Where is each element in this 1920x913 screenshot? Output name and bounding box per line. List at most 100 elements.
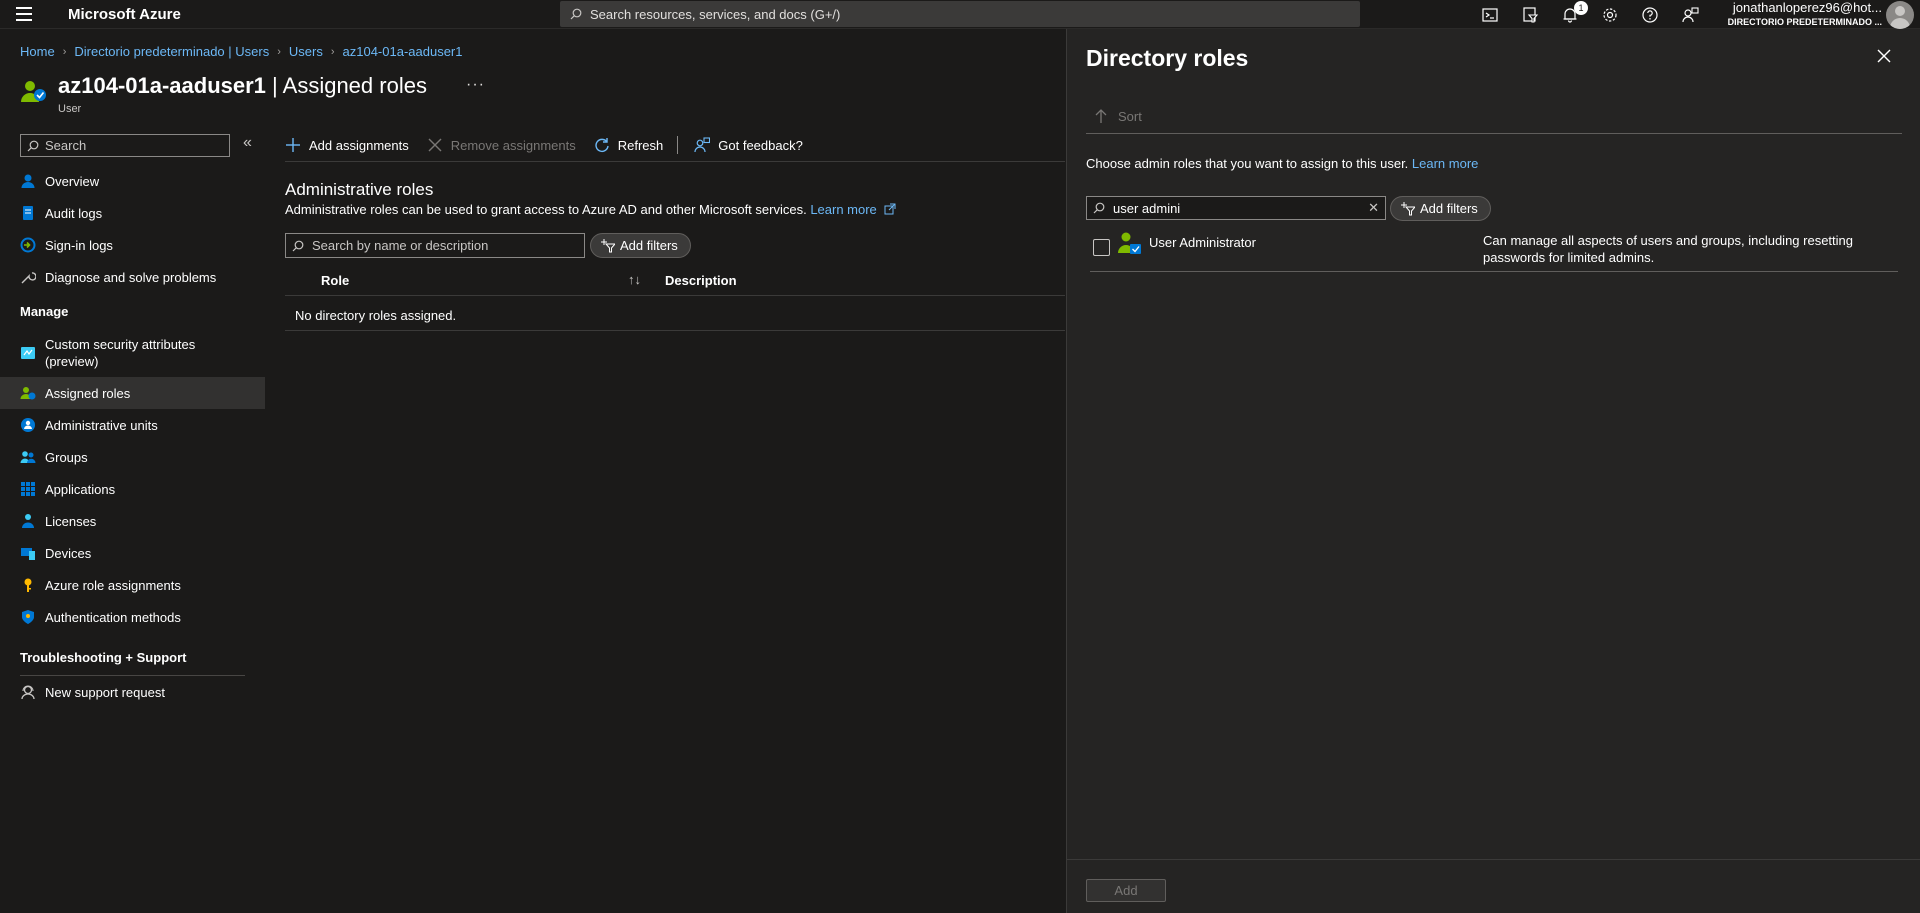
chevron-right-icon: ›	[62, 45, 67, 58]
roles-table-header: Role ↑↓ Description	[285, 268, 1065, 296]
panel-learn-more-link[interactable]: Learn more	[1412, 156, 1478, 171]
global-search-box[interactable]	[560, 1, 1360, 27]
nav-item-custom-security-attributes[interactable]: Custom security attributes (preview)	[0, 329, 265, 377]
external-link-icon[interactable]	[884, 203, 896, 215]
assigned-roles-icon	[20, 387, 36, 400]
panel-add-filters-button[interactable]: Add filters	[1390, 196, 1491, 221]
shield-icon	[22, 610, 34, 624]
role-checkbox[interactable]	[1093, 239, 1110, 256]
devices-icon	[21, 548, 35, 560]
breadcrumb-user[interactable]: az104-01a-aaduser1	[343, 44, 463, 59]
sort-icon[interactable]: ↑↓	[628, 272, 641, 287]
page-subtitle: User	[58, 103, 82, 115]
search-icon	[292, 240, 304, 251]
sign-in-icon	[20, 237, 36, 253]
avatar[interactable]	[1886, 1, 1914, 29]
nav-item-groups[interactable]: Groups	[0, 441, 265, 473]
role-search-input[interactable]	[312, 238, 582, 253]
refresh-button[interactable]: Refresh	[594, 137, 663, 153]
more-options-icon[interactable]: ···	[466, 76, 485, 94]
remove-assignments-button[interactable]: Remove assignments	[427, 137, 576, 153]
nav-item-devices[interactable]: Devices	[0, 537, 265, 569]
breadcrumb-directory-users[interactable]: Directorio predeterminado | Users	[74, 44, 269, 59]
breadcrumb-users[interactable]: Users	[289, 44, 323, 59]
panel-divider	[1086, 133, 1902, 134]
panel-search-box[interactable]: ✕	[1086, 196, 1386, 220]
user-icon	[21, 174, 35, 188]
left-nav: Overview Audit logs Sign-in logs Diagnos…	[0, 165, 265, 708]
chevron-right-icon: ›	[330, 45, 335, 58]
search-icon	[570, 8, 582, 20]
breadcrumb: Home › Directorio predeterminado | Users…	[20, 44, 462, 59]
nav-item-applications[interactable]: Applications	[0, 473, 265, 505]
nav-section-support: Troubleshooting + Support	[20, 649, 187, 665]
clear-search-icon[interactable]: ✕	[1368, 200, 1379, 216]
arrow-up-icon	[1095, 109, 1107, 123]
add-filters-button[interactable]: Add filters	[590, 233, 691, 258]
add-button[interactable]: Add	[1086, 879, 1166, 902]
nav-item-administrative-units[interactable]: Administrative units	[0, 409, 265, 441]
nav-item-diagnose[interactable]: Diagnose and solve problems	[0, 261, 265, 293]
plus-icon	[286, 138, 300, 152]
learn-more-link[interactable]: Learn more	[810, 202, 876, 217]
cloud-shell-icon[interactable]	[1470, 4, 1510, 26]
section-description: Administrative roles can be used to gran…	[285, 202, 896, 217]
user-roles-icon	[21, 81, 46, 102]
key-icon	[24, 578, 32, 592]
toolbar-divider	[285, 161, 1065, 162]
nav-item-new-support-request[interactable]: New support request	[0, 676, 265, 708]
account-email: jonathanloperez96@hot...	[1732, 0, 1882, 15]
section-title: Administrative roles	[285, 180, 434, 199]
column-header-role[interactable]: Role	[321, 273, 349, 288]
nav-search-box[interactable]	[20, 134, 230, 157]
security-attributes-icon	[21, 347, 35, 359]
feedback-button[interactable]: Got feedback?	[694, 137, 803, 153]
column-header-description[interactable]: Description	[665, 273, 737, 288]
help-icon[interactable]	[1630, 4, 1670, 26]
nav-section-manage: Manage	[20, 303, 69, 319]
add-assignments-button[interactable]: Add assignments	[285, 137, 409, 153]
nav-item-azure-role-assignments[interactable]: Azure role assignments	[0, 569, 265, 601]
account-directory: DIRECTORIO PREDETERMINADO ...	[1727, 17, 1882, 27]
collapse-nav-icon[interactable]: «	[243, 134, 252, 152]
feedback-icon[interactable]	[1670, 4, 1710, 26]
panel-search-input[interactable]	[1113, 200, 1363, 216]
role-search-box[interactable]	[285, 233, 585, 258]
breadcrumb-home[interactable]: Home	[20, 44, 55, 59]
close-icon	[428, 138, 442, 152]
hamburger-menu-icon[interactable]	[16, 7, 32, 21]
nav-item-assigned-roles[interactable]: Assigned roles	[0, 377, 265, 409]
brand-title[interactable]: Microsoft Azure	[68, 6, 181, 23]
applications-icon	[21, 482, 35, 496]
top-icon-bar: 1	[1470, 1, 1710, 26]
groups-icon	[20, 451, 36, 463]
page-title: az104-01a-aaduser1 | Assigned roles	[58, 73, 427, 98]
nav-item-overview[interactable]: Overview	[0, 165, 265, 197]
role-description: Can manage all aspects of users and grou…	[1483, 233, 1853, 265]
chevron-right-icon: ›	[277, 45, 281, 58]
nav-search-input[interactable]	[45, 138, 225, 153]
role-name: User Administrator	[1149, 235, 1256, 250]
feedback-icon	[694, 137, 711, 153]
nav-item-audit-logs[interactable]: Audit logs	[0, 197, 265, 229]
search-icon	[1093, 202, 1105, 214]
account-menu[interactable]: jonathanloperez96@hot... DIRECTORIO PRED…	[1718, 0, 1882, 28]
settings-gear-icon[interactable]	[1590, 4, 1630, 26]
audit-log-icon	[23, 206, 33, 220]
filter-icon	[1401, 201, 1415, 215]
toolbar-separator	[677, 136, 679, 154]
search-icon	[27, 140, 39, 151]
close-icon[interactable]	[1876, 48, 1892, 64]
notification-count-badge: 1	[1574, 1, 1588, 15]
empty-table-message: No directory roles assigned.	[285, 297, 1065, 331]
directory-filter-icon[interactable]	[1510, 4, 1550, 26]
panel-footer-divider	[1067, 859, 1920, 860]
refresh-icon	[595, 138, 609, 152]
nav-item-sign-in-logs[interactable]: Sign-in logs	[0, 229, 265, 261]
sort-button[interactable]: Sort	[1094, 108, 1142, 124]
global-search-input[interactable]	[590, 6, 1350, 22]
nav-item-licenses[interactable]: Licenses	[0, 505, 265, 537]
role-list-item[interactable]: User Administrator Can manage all aspect…	[1090, 229, 1898, 272]
notifications-bell-icon[interactable]: 1	[1550, 1, 1590, 26]
nav-item-authentication-methods[interactable]: Authentication methods	[0, 601, 265, 633]
